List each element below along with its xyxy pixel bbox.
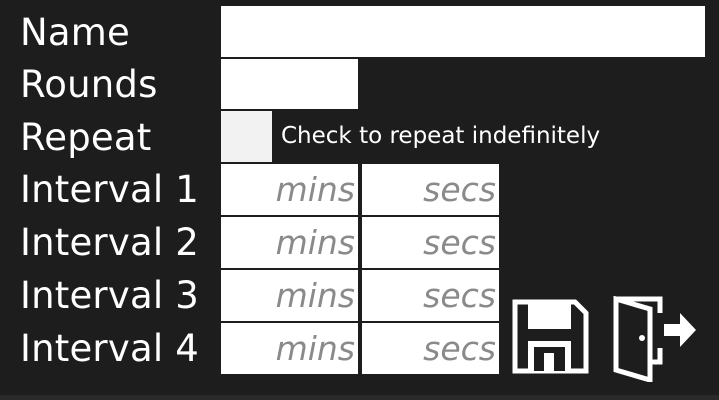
interval-3-label: Interval 3 xyxy=(20,274,199,317)
repeat-hint: Check to repeat indefinitely xyxy=(281,123,601,149)
save-button[interactable] xyxy=(510,297,590,375)
repeat-label: Repeat xyxy=(20,116,152,159)
interval-2-label: Interval 2 xyxy=(20,221,199,264)
interval-3-secs-input[interactable] xyxy=(362,270,499,321)
door-exit-icon xyxy=(613,295,696,384)
interval-1-label: Interval 1 xyxy=(20,168,199,211)
rounds-label: Rounds xyxy=(20,63,158,106)
interval-2-secs-input[interactable] xyxy=(362,217,499,268)
repeat-checkbox[interactable] xyxy=(221,111,272,162)
interval-2-mins-input[interactable] xyxy=(221,217,358,268)
interval-1-mins-input[interactable] xyxy=(221,164,358,215)
interval-4-mins-input[interactable] xyxy=(221,323,358,374)
floppy-disk-icon xyxy=(512,299,589,374)
name-input[interactable] xyxy=(221,6,705,57)
exit-button[interactable] xyxy=(612,295,700,384)
bottom-edge xyxy=(0,395,719,400)
interval-4-secs-input[interactable] xyxy=(362,323,499,374)
interval-4-label: Interval 4 xyxy=(20,327,199,370)
rounds-input[interactable] xyxy=(221,59,358,109)
interval-3-mins-input[interactable] xyxy=(221,270,358,321)
name-label: Name xyxy=(20,11,130,54)
interval-1-secs-input[interactable] xyxy=(362,164,499,215)
